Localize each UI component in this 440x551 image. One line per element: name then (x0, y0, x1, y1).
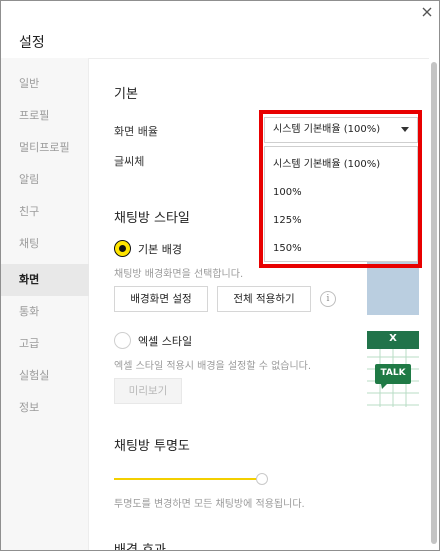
default-bg-preview (367, 261, 419, 315)
transparency-desc: 투명도를 변경하면 모든 채팅방에 적용됩니다. (114, 499, 305, 510)
zoom-select-value: 시스템 기본배율 (100%) (273, 124, 381, 135)
section-basic-heading: 기본 (114, 87, 138, 102)
transparency-slider-handle[interactable] (256, 473, 268, 485)
section-chat-style-heading: 채팅방 스타일 (114, 211, 190, 226)
sidebar-item-friends[interactable]: 친구 (1, 196, 89, 228)
chevron-down-icon (401, 127, 409, 132)
section-bg-effect-heading: 배경 효과 (114, 539, 166, 550)
transparency-slider-track[interactable] (114, 478, 260, 480)
sidebar-item-advanced[interactable]: 고급 (1, 328, 89, 360)
sidebar: 일반 프로필 멀티프로필 알림 친구 채팅 화면 통화 고급 실험실 정보 (1, 58, 89, 550)
sidebar-item-general[interactable]: 일반 (1, 68, 89, 100)
zoom-option-125[interactable]: 125% (265, 208, 417, 234)
font-label: 글씨체 (114, 155, 145, 168)
excel-style-label: 엑셀 스타일 (138, 335, 193, 348)
default-bg-radio[interactable] (114, 240, 131, 257)
display-settings-panel: 기본 화면 배율 글씨체 채팅방 스타일 기본 배경 채팅방 배경화면을 선택합… (90, 59, 428, 550)
preview-button[interactable]: 미리보기 (114, 378, 182, 404)
sidebar-item-chat[interactable]: 채팅 (1, 228, 89, 260)
sidebar-item-notifications[interactable]: 알림 (1, 164, 89, 196)
zoom-label: 화면 배율 (114, 125, 158, 138)
sidebar-item-display[interactable]: 화면 (1, 264, 89, 296)
sidebar-item-profile[interactable]: 프로필 (1, 100, 89, 132)
window-title: 설정 (19, 35, 45, 51)
zoom-option-system-default[interactable]: 시스템 기본배율 (100%) (265, 152, 417, 178)
excel-x-mark: X (389, 333, 397, 344)
zoom-dropdown-menu: 시스템 기본배율 (100%) 100% 125% 150% (264, 146, 418, 262)
sidebar-item-multi-profile[interactable]: 멀티프로필 (1, 132, 89, 164)
talk-badge: TALK (380, 368, 406, 378)
apply-all-button[interactable]: 전체 적용하기 (217, 286, 311, 312)
zoom-option-150[interactable]: 150% (265, 236, 417, 262)
scrollbar-thumb[interactable] (431, 62, 437, 544)
excel-style-radio[interactable] (114, 332, 131, 349)
sidebar-item-lab[interactable]: 실험실 (1, 360, 89, 392)
close-icon[interactable] (420, 5, 434, 19)
zoom-select[interactable]: 시스템 기본배율 (100%) (264, 117, 418, 143)
zoom-option-100[interactable]: 100% (265, 180, 417, 206)
excel-style-desc: 엑셀 스타일 적용시 배경을 설정할 수 없습니다. (114, 361, 312, 372)
sidebar-item-info[interactable]: 정보 (1, 392, 89, 424)
default-bg-desc: 채팅방 배경화면을 선택합니다. (114, 269, 244, 280)
default-bg-label: 기본 배경 (138, 243, 182, 256)
set-background-button[interactable]: 배경화면 설정 (114, 286, 208, 312)
sidebar-item-call[interactable]: 통화 (1, 296, 89, 328)
section-transparency-heading: 채팅방 투명도 (114, 439, 190, 454)
info-icon[interactable]: i (320, 291, 336, 307)
